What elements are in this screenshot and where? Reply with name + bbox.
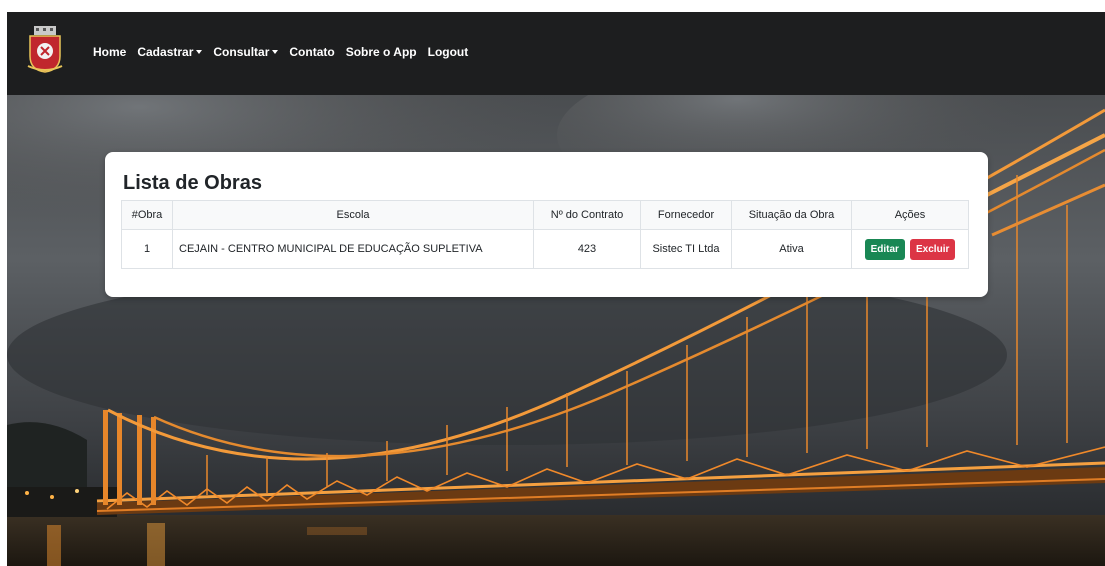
nav-contato-label: Contato xyxy=(289,45,335,59)
cell-contrato: 423 xyxy=(533,229,641,269)
nav-cadastrar-dropdown[interactable]: Cadastrar xyxy=(137,45,203,59)
city-crest-logo[interactable] xyxy=(26,26,64,74)
app-frame: Home Cadastrar Consultar Contato Sobre o… xyxy=(7,12,1105,566)
nav-menu: Home Cadastrar Consultar Contato Sobre o… xyxy=(93,45,468,59)
table-header-row: #Obra Escola Nº do Contrato Fornecedor S… xyxy=(121,200,969,230)
cell-fornecedor: Sistec TI Ltda xyxy=(640,229,732,269)
nav-contato[interactable]: Contato xyxy=(289,45,334,59)
nav-home-label: Home xyxy=(93,45,127,59)
nav-sobre-label: Sobre o App xyxy=(345,45,417,59)
caret-down-icon xyxy=(196,50,203,54)
cell-escola: CEJAIN - CENTRO MUNICIPAL DE EDUCAÇÃO SU… xyxy=(172,229,534,269)
cell-acoes: Editar Excluir xyxy=(851,229,969,269)
cell-obra: 1 xyxy=(121,229,173,269)
col-header-obra: #Obra xyxy=(121,200,173,230)
col-header-situacao: Situação da Obra xyxy=(731,200,852,230)
cell-situacao: Ativa xyxy=(731,229,852,269)
nav-consultar-dropdown[interactable]: Consultar xyxy=(213,45,279,59)
nav-logout[interactable]: Logout xyxy=(428,45,469,59)
col-header-contrato: Nº do Contrato xyxy=(533,200,641,230)
delete-button[interactable]: Excluir xyxy=(910,238,956,260)
nav-logout-label: Logout xyxy=(427,45,469,59)
obras-card: Lista de Obras #Obra Escola Nº do Contra… xyxy=(105,152,988,297)
caret-down-icon xyxy=(272,50,279,54)
nav-home[interactable]: Home xyxy=(93,45,126,59)
col-header-fornecedor: Fornecedor xyxy=(640,200,732,230)
page-title: Lista de Obras xyxy=(123,172,262,194)
top-navbar: Home Cadastrar Consultar Contato Sobre o… xyxy=(7,12,1105,95)
col-header-escola: Escola xyxy=(172,200,534,230)
edit-button[interactable]: Editar xyxy=(864,238,905,260)
col-header-acoes: Ações xyxy=(851,200,969,230)
nav-cadastrar-label: Cadastrar xyxy=(137,45,194,59)
table-row: 1 CEJAIN - CENTRO MUNICIPAL DE EDUCAÇÃO … xyxy=(121,229,969,269)
nav-sobre[interactable]: Sobre o App xyxy=(346,45,417,59)
obras-table: #Obra Escola Nº do Contrato Fornecedor S… xyxy=(121,200,969,269)
nav-consultar-label: Consultar xyxy=(213,45,270,59)
